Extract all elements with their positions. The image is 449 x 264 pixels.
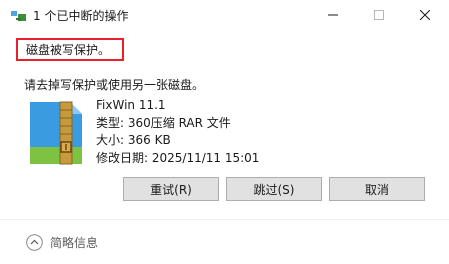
file-size: 大小: 366 KB — [96, 133, 171, 147]
winrar-archive-icon — [30, 101, 82, 165]
file-modified-date: 修改日期: 2025/11/11 15:01 — [96, 150, 260, 165]
less-details-label: 简略信息 — [50, 235, 99, 250]
minimize-icon — [328, 14, 338, 16]
retry-button[interactable]: 重试(R) — [123, 177, 219, 201]
less-details-toggle[interactable]: 简略信息 — [26, 232, 98, 252]
file-transfer-icon — [11, 11, 26, 22]
maximize-icon — [374, 10, 384, 20]
close-button[interactable] — [402, 0, 448, 30]
error-message: 磁盘被写保护。 — [26, 43, 111, 57]
title-bar[interactable]: 1 个已中断的操作 — [0, 0, 449, 32]
cancel-button[interactable]: 取消 — [329, 177, 425, 201]
file-operation-dialog: 1 个已中断的操作 磁盘被写保护。 请去掉写保护或使用另一张磁盘。 FixWin… — [0, 0, 449, 264]
maximize-button[interactable] — [356, 0, 402, 30]
close-icon — [420, 10, 430, 20]
instruction-text: 请去掉写保护或使用另一张磁盘。 — [24, 78, 205, 92]
skip-button[interactable]: 跳过(S) — [226, 177, 322, 201]
file-type: 类型: 360压缩 RAR 文件 — [96, 115, 231, 130]
file-details: FixWin 11.1 类型: 360压缩 RAR 文件 大小: 366 KB … — [96, 97, 259, 167]
dialog-footer: 简略信息 — [0, 220, 449, 264]
window-title: 1 个已中断的操作 — [33, 9, 129, 23]
chevron-up-icon — [26, 233, 43, 251]
minimize-button[interactable] — [310, 0, 356, 30]
file-name: FixWin 11.1 — [96, 98, 166, 112]
error-highlight: 磁盘被写保护。 — [16, 38, 124, 61]
